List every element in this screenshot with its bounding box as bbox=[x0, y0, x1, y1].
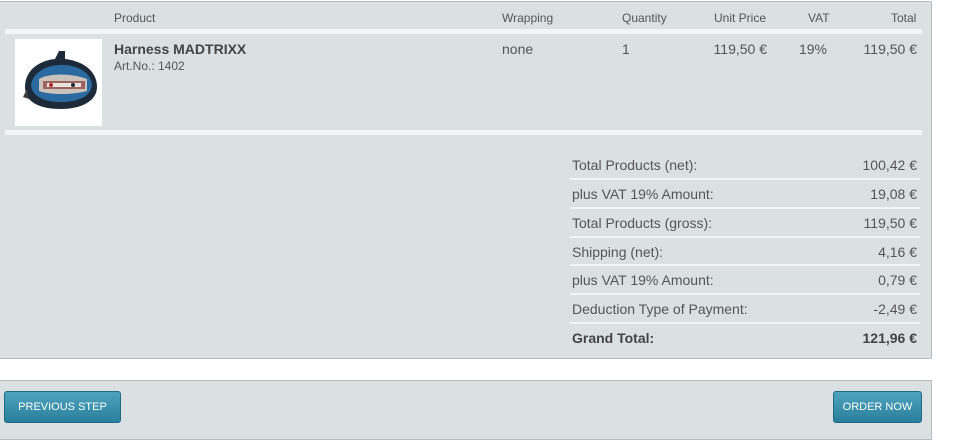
header-total: Total bbox=[891, 11, 917, 25]
summary-row: Total Products (net): 100,42 € bbox=[572, 157, 917, 186]
header-vat: VAT bbox=[808, 11, 830, 25]
summary-label: Shipping (net): bbox=[572, 244, 664, 260]
summary-divider bbox=[570, 293, 920, 295]
items-separator bbox=[5, 130, 922, 135]
total-value: 119,50 € bbox=[863, 41, 917, 57]
header-separator bbox=[5, 29, 922, 34]
product-article-number: Art.No.: 1402 bbox=[114, 59, 185, 73]
header-wrapping: Wrapping bbox=[502, 11, 554, 25]
checkout-actions-bar bbox=[0, 380, 932, 440]
summary-divider bbox=[570, 264, 920, 266]
summary-row: plus VAT 19% Amount: 0,79 € bbox=[572, 272, 917, 301]
grand-total-row: Grand Total: 121,96 € bbox=[572, 330, 917, 359]
product-image[interactable] bbox=[15, 39, 102, 126]
harness-product-image-icon bbox=[23, 51, 97, 109]
summary-row: Deduction Type of Payment: -2,49 € bbox=[572, 301, 917, 330]
summary-label: Total Products (gross): bbox=[572, 215, 713, 231]
quantity-value: 1 bbox=[622, 41, 630, 57]
summary-value: 100,42 € bbox=[862, 157, 918, 173]
summary-value: 119,50 € bbox=[863, 215, 917, 231]
summary-value: 0,79 € bbox=[878, 272, 917, 288]
summary-row: Shipping (net): 4,16 € bbox=[572, 244, 917, 273]
previous-step-button[interactable]: PREVIOUS STEP bbox=[4, 391, 121, 423]
summary-divider bbox=[570, 236, 920, 238]
product-name[interactable]: Harness MADTRIXX bbox=[114, 41, 246, 57]
grand-total-value: 121,96 € bbox=[862, 330, 918, 346]
summary-value: 19,08 € bbox=[870, 186, 917, 202]
vat-value: 19% bbox=[798, 41, 827, 57]
summary-label: plus VAT 19% Amount: bbox=[572, 186, 714, 202]
summary-row: Total Products (gross): 119,50 € bbox=[572, 215, 917, 244]
summary-divider bbox=[570, 322, 920, 324]
summary-label: Deduction Type of Payment: bbox=[572, 301, 748, 317]
header-unit-price: Unit Price bbox=[714, 11, 767, 25]
header-product: Product bbox=[114, 11, 156, 25]
unit-price-value: 119,50 € bbox=[713, 41, 767, 57]
order-now-button[interactable]: ORDER NOW bbox=[833, 391, 922, 423]
summary-value: -2,49 € bbox=[873, 301, 917, 317]
wrapping-value: none bbox=[502, 41, 534, 57]
summary-divider bbox=[570, 207, 920, 209]
grand-total-label: Grand Total: bbox=[572, 330, 655, 346]
summary-value: 4,16 € bbox=[878, 244, 917, 260]
summary-row: plus VAT 19% Amount: 19,08 € bbox=[572, 186, 917, 215]
summary-label: Total Products (net): bbox=[572, 157, 698, 173]
summary-label: plus VAT 19% Amount: bbox=[572, 272, 714, 288]
header-quantity: Quantity bbox=[622, 11, 667, 25]
summary-divider bbox=[570, 178, 920, 180]
